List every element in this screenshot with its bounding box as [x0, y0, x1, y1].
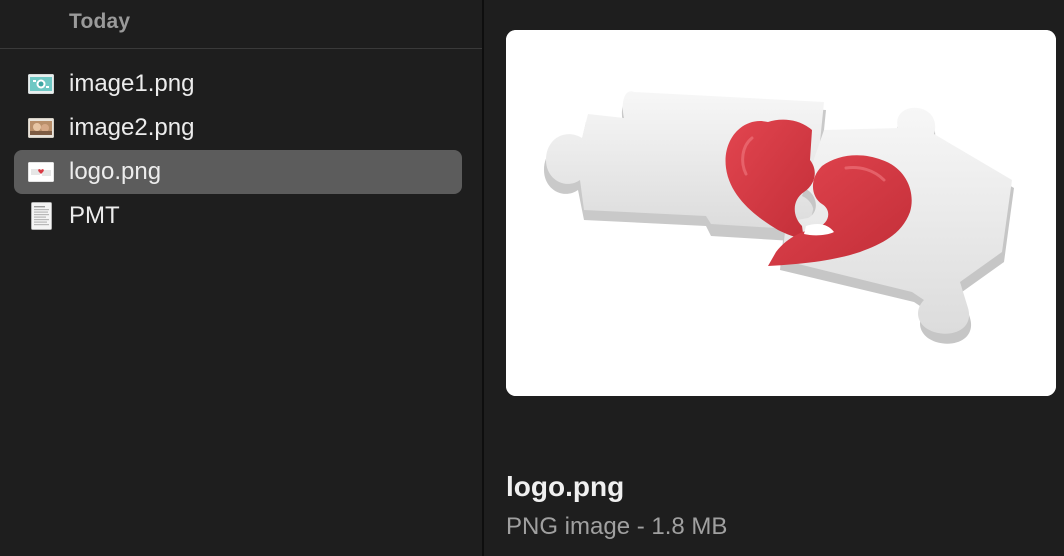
file-name: logo.png [69, 158, 162, 185]
file-row-logo[interactable]: logo.png [14, 150, 462, 194]
preview-pane: logo.png PNG image - 1.8 MB [484, 0, 1064, 556]
file-name: image1.png [69, 70, 195, 97]
file-row-image2[interactable]: image2.png [14, 106, 462, 150]
image-thumbnail-icon [28, 162, 54, 182]
section-header-today: Today [69, 10, 131, 33]
file-name: image2.png [69, 114, 195, 141]
image-thumbnail-icon [28, 74, 54, 94]
image-thumbnail-icon [28, 118, 54, 138]
document-icon [31, 202, 52, 230]
section-divider [0, 48, 482, 49]
preview-file-info: PNG image - 1.8 MB [506, 513, 728, 540]
file-column: Today image1.png image2.png logo.png PMT [0, 0, 482, 556]
preview-filename: logo.png [506, 471, 625, 502]
file-list: image1.png image2.png logo.png PMT [14, 62, 462, 238]
file-row-image1[interactable]: image1.png [14, 62, 462, 106]
puzzle-heart-image [506, 30, 1056, 396]
preview-image [506, 30, 1056, 396]
file-name: PMT [69, 202, 120, 229]
finder-window: Today image1.png image2.png logo.png PMT… [0, 0, 1064, 556]
file-row-pmt[interactable]: PMT [14, 194, 462, 238]
